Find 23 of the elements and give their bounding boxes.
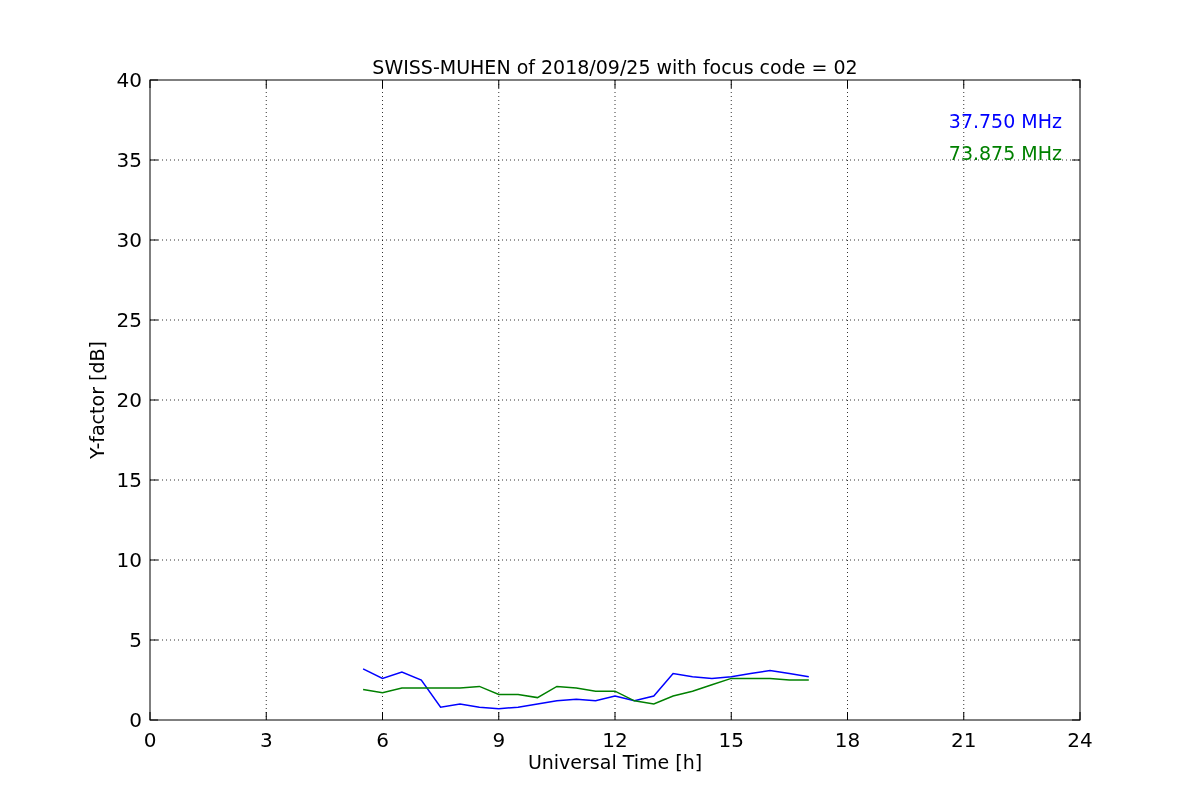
x-tick-label: 3 xyxy=(259,728,273,752)
y-tick-label: 0 xyxy=(129,708,142,732)
x-tick-label: 21 xyxy=(951,728,977,752)
x-tick-label: 24 xyxy=(1067,728,1093,752)
x-axis-label: Universal Time [h] xyxy=(527,751,703,773)
legend-label: 37.750 MHz xyxy=(948,110,1062,132)
x-tick-label: 18 xyxy=(834,728,861,752)
y-tick-label: 15 xyxy=(116,468,142,492)
y-tick-label: 10 xyxy=(116,548,142,572)
y-tick-label: 40 xyxy=(116,68,142,92)
y-tick-label: 30 xyxy=(116,228,142,252)
y-axis-label: Y-factor [dB] xyxy=(86,341,108,459)
x-tick-label: 9 xyxy=(492,728,506,752)
x-tick-label: 15 xyxy=(718,728,744,752)
y-tick-label: 35 xyxy=(116,148,142,172)
x-tick-label: 0 xyxy=(143,728,157,752)
legend-label: 73.875 MHz xyxy=(948,142,1062,164)
x-tick-label: 12 xyxy=(602,728,628,752)
chart-title: SWISS-MUHEN of 2018/09/25 with focus code = 02 xyxy=(372,56,858,78)
y-tick-label: 20 xyxy=(116,388,142,412)
x-tick-label: 6 xyxy=(376,728,389,752)
y-tick-label: 5 xyxy=(129,628,142,652)
y-tick-label: 25 xyxy=(116,308,142,332)
